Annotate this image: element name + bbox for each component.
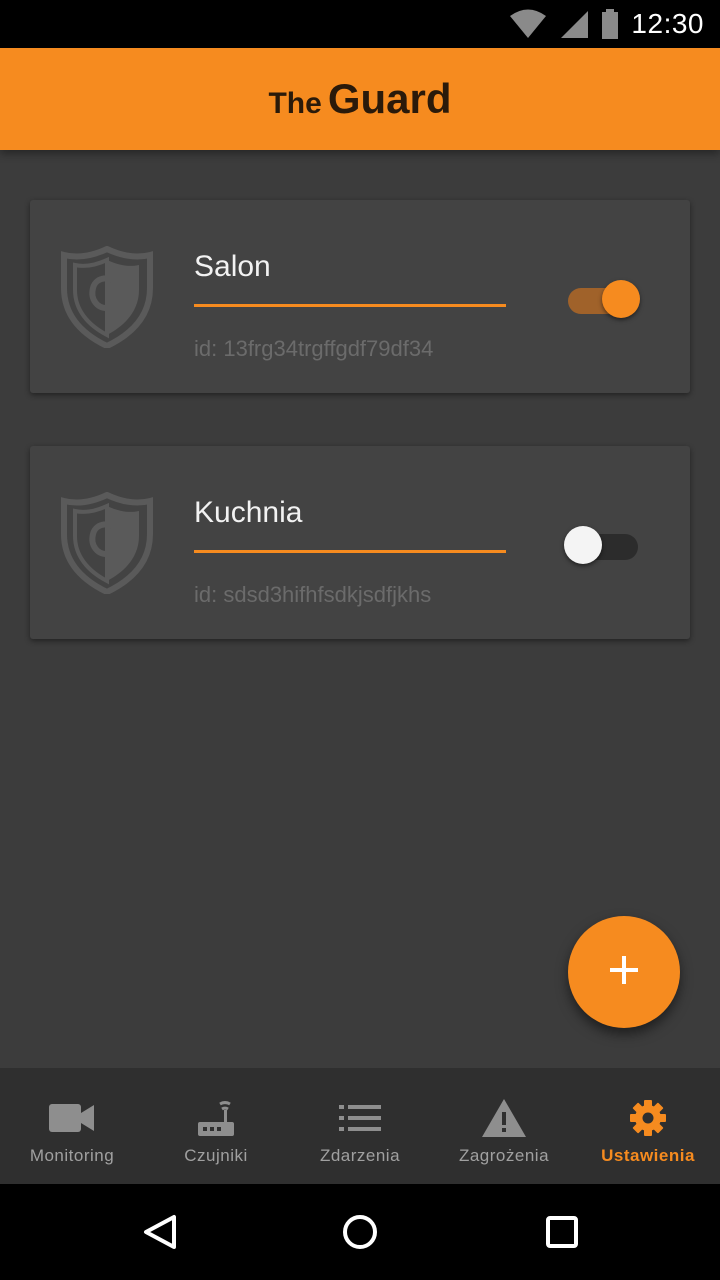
nav-item-zdarzenia[interactable]: Zdarzenia xyxy=(288,1068,432,1184)
app-title-main: Guard xyxy=(327,75,452,122)
nav-label: Zdarzenia xyxy=(319,1146,401,1165)
device-card[interactable]: Kuchnia id: sdsd3hifhfsdkjsdfjkhs xyxy=(30,446,690,639)
toggle-knob xyxy=(564,526,602,564)
device-id: id: sdsd3hifhfsdkjsdfjkhs xyxy=(194,582,432,607)
app-bar: The Guard xyxy=(0,48,720,150)
device-name-underline xyxy=(194,550,506,553)
device-card[interactable]: Salon id: 13frg34trgffgdf79df34 xyxy=(30,200,690,393)
video-camera-icon xyxy=(49,1098,95,1138)
back-icon[interactable] xyxy=(140,1212,180,1252)
device-name: Salon xyxy=(194,250,271,283)
system-navigation-bar xyxy=(0,1184,720,1280)
device-name-underline xyxy=(194,304,506,307)
app-title: The Guard xyxy=(268,75,451,123)
shield-logo-icon xyxy=(60,491,154,596)
wifi-icon xyxy=(509,9,547,39)
recents-icon[interactable] xyxy=(542,1212,582,1252)
nav-item-ustawienia[interactable]: Ustawienia xyxy=(576,1068,720,1184)
nav-item-zagrozenia[interactable]: Zagrożenia xyxy=(432,1068,576,1184)
nav-label: Ustawienia xyxy=(601,1146,695,1165)
warning-icon xyxy=(481,1098,527,1138)
nav-label: Czujniki xyxy=(184,1146,248,1165)
bottom-navigation: Monitoring Czujniki Zdarzenia Zagrożenia… xyxy=(0,1068,720,1184)
device-id: id: 13frg34trgffgdf79df34 xyxy=(194,336,434,361)
shield-logo-icon xyxy=(60,245,154,350)
list-icon xyxy=(339,1098,381,1138)
toggle-knob xyxy=(602,280,640,318)
device-enabled-toggle[interactable] xyxy=(564,276,642,320)
nav-label: Monitoring xyxy=(29,1146,115,1165)
cellular-signal-icon xyxy=(559,9,589,39)
router-sensor-icon xyxy=(196,1098,236,1138)
device-name: Kuchnia xyxy=(194,496,303,529)
status-bar: 12:30 xyxy=(0,0,720,48)
nav-item-czujniki[interactable]: Czujniki xyxy=(144,1068,288,1184)
device-enabled-toggle[interactable] xyxy=(564,522,642,566)
add-device-button[interactable] xyxy=(568,916,680,1028)
home-icon[interactable] xyxy=(340,1212,380,1252)
status-clock: 12:30 xyxy=(631,8,704,39)
plus-icon xyxy=(607,953,641,992)
nav-label: Zagrożenia xyxy=(458,1146,550,1165)
gear-icon xyxy=(629,1098,667,1138)
nav-item-monitoring[interactable]: Monitoring xyxy=(0,1068,144,1184)
status-icons: 12:30 xyxy=(509,0,704,48)
app-title-prefix: The xyxy=(268,87,322,120)
battery-icon xyxy=(601,9,619,39)
